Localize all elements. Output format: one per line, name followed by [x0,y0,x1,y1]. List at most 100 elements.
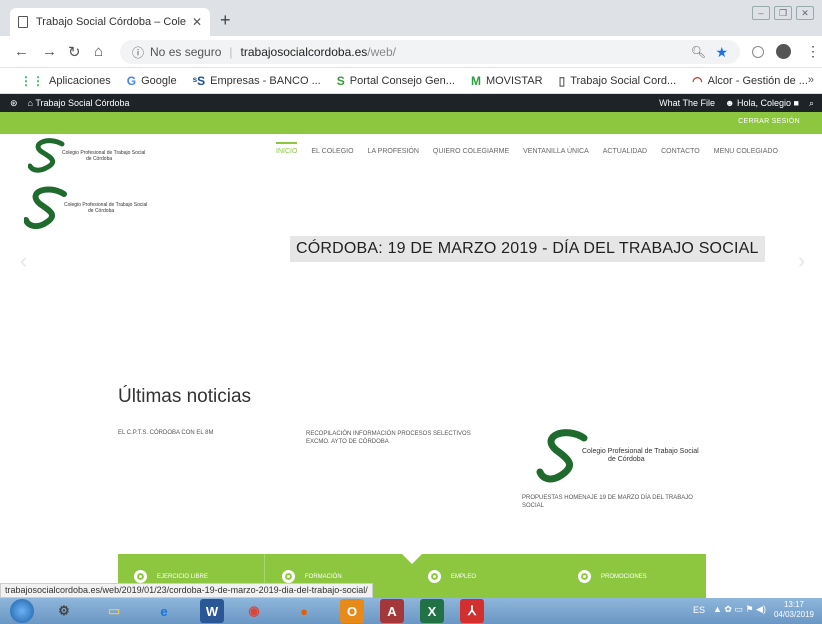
browser-tabstrip: Trabajo Social Córdoba – Colegio ✕ + – ❐… [0,0,822,36]
band-notch [402,554,422,564]
hero-title[interactable]: CÓRDOBA: 19 DE MARZO 2019 - DÍA DEL TRAB… [290,236,765,262]
pdf-icon[interactable]: ⅄ [460,599,484,623]
circle-icon [578,570,591,583]
browser-toolbar: ← → ↻ ⌂ ⓘ No es seguro | trabajosocialco… [0,36,822,68]
service-ejercicio-libre[interactable]: EJERCICIO LIBRE [134,570,208,583]
outlook-icon[interactable]: O [340,599,364,623]
circle-icon [134,570,147,583]
url-path: /web/ [367,45,396,59]
windows-taskbar: ⚙ ▭ e W ◉ ● O A X ⅄ ES ▲ ✿ ▭ ⚑ ◀) 13:17 … [0,598,822,624]
taskbar-app-1-icon[interactable]: ⚙ [44,599,84,623]
excel-icon[interactable]: X [420,599,444,623]
admin-bar: ⊛ ⌂ Trabajo Social Córdoba What The File… [0,94,822,112]
chrome-icon[interactable]: ◉ [234,599,274,623]
service-empleo[interactable]: EMPLEO [428,570,476,583]
nav-la-profesion[interactable]: LA PROFESIÓN [368,148,419,155]
slider-next-icon[interactable]: › [798,248,805,274]
top-green-bar: CERRAR SESIÓN [0,112,822,134]
nav-contacto[interactable]: CONTACTO [661,148,700,155]
logo-text-2: de Córdoba [88,208,115,214]
service-formacion[interactable]: FORMACIÓN [282,570,342,583]
bookmark-movistar[interactable]: M MOVISTAR [471,74,543,88]
profile-avatar[interactable] [776,44,791,59]
minimize-button[interactable]: – [752,6,770,20]
user-icon: ☻ [724,98,735,108]
address-bar[interactable]: ⓘ No es seguro | trabajosocialcordoba.es… [120,40,740,64]
account-link[interactable]: ☻ Hola, Colegio ■ [725,98,799,108]
extension-icon[interactable] [752,46,764,58]
bookmark-star-icon[interactable]: ★ [715,44,728,61]
nav-ventanilla-unica[interactable]: VENTANILLA ÚNICA [523,148,589,155]
url-host: trabajosocialcordoba.es [240,45,368,59]
news-item-1[interactable]: EL C.P.T.S. CÓRDOBA CON EL 8M [118,430,213,436]
logo-text-1: Colegio Profesional de Trabajo Social [582,447,699,455]
what-the-file-link[interactable]: What The File [659,98,715,108]
window-controls: – ❐ ✕ [752,6,814,20]
browser-tab[interactable]: Trabajo Social Córdoba – Colegio ✕ [10,8,210,36]
news-item-2[interactable]: RECOPILACIÓN INFORMACIÓN PROCESOS SELECT… [306,430,496,446]
content-logo: Colegio Profesional de Trabajo Social de… [24,186,147,230]
nav-quiero-colegiarme[interactable]: QUIERO COLEGIARME [433,148,509,155]
news-heading: Últimas noticias [118,386,252,407]
document-icon [18,16,28,28]
bookmark-google[interactable]: G Google [127,74,177,88]
new-tab-button[interactable]: + [220,10,231,31]
ie-icon[interactable]: e [144,599,184,623]
search-icon[interactable]: ⌕ [809,98,814,109]
main-navigation: INICIO EL COLEGIO LA PROFESIÓN QUIERO CO… [276,142,778,155]
slider-prev-icon[interactable]: ‹ [20,248,27,274]
logout-link[interactable]: CERRAR SESIÓN [738,118,800,125]
close-window-button[interactable]: ✕ [796,6,814,20]
firefox-icon[interactable]: ● [284,599,324,623]
nav-menu-colegiado[interactable]: MENU COLEGIADO [714,148,778,155]
movistar-icon: M [470,73,481,88]
word-icon[interactable]: W [200,599,224,623]
bookmarks-more-icon[interactable]: » [808,74,814,86]
portal-icon: S [336,73,345,88]
back-icon[interactable]: ← [14,43,29,60]
news-item-3-image[interactable]: Colegio Profesional de Trabajo Social de… [536,428,699,484]
zoom-icon[interactable]: 🔍︎ [691,45,706,59]
home-icon[interactable]: ⌂ [94,43,103,60]
nav-actualidad[interactable]: ACTUALIDAD [603,148,647,155]
tab-title: Trabajo Social Córdoba – Colegio [36,16,186,28]
logo-text-2: de Córdoba [608,456,645,463]
folder-icon[interactable]: ▭ [94,599,134,623]
service-promociones[interactable]: PROMOCIONES [578,570,647,583]
wordpress-icon[interactable]: ⊛ [10,98,18,109]
bookmark-portal[interactable]: S Portal Consejo Gen... [337,74,455,88]
forward-icon[interactable]: → [42,43,57,60]
circle-icon [428,570,441,583]
apps-icon: ⋮⋮ [20,73,44,88]
tray-icons[interactable]: ▲ ✿ ▭ ⚑ ◀) [713,604,766,615]
google-icon: G [126,73,137,88]
access-icon[interactable]: A [380,599,404,623]
header-logo[interactable]: Colegio Profesional de Trabajo Social de… [28,138,145,174]
alcor-icon: ◠ [692,73,703,88]
clock-time: 13:17 [783,600,804,609]
bookmark-alcor[interactable]: ◠ Alcor - Gestión de ... [692,74,808,88]
bookmark-trabajo-social[interactable]: ▯ Trabajo Social Cord... [559,74,677,88]
doc-icon: ▯ [558,73,566,88]
clock-date: 04/03/2019 [773,609,814,619]
restore-button[interactable]: ❐ [774,6,792,20]
reload-icon[interactable]: ↻ [68,43,81,61]
logo-text-2: de Córdoba [86,156,113,162]
nav-inicio[interactable]: INICIO [276,142,298,155]
status-url-tooltip: trabajosocialcordoba.es/web/2019/01/23/c… [0,583,373,598]
browser-menu-icon[interactable]: ⋮ [806,43,820,60]
bookmark-empresas[interactable]: ˢS Empresas - BANCO ... [193,74,321,88]
bookmark-apps[interactable]: ⋮⋮ Aplicaciones [20,74,111,88]
nav-el-colegio[interactable]: EL COLEGIO [311,148,353,155]
start-button[interactable] [10,599,34,623]
circle-icon [282,570,295,583]
close-tab-icon[interactable]: ✕ [192,15,202,29]
news-item-3[interactable]: PROPUESTAS HOMENAJE 19 DE MARZO DÍA DEL … [522,494,702,510]
language-indicator[interactable]: ES [693,605,705,615]
bs-icon: ˢS [192,73,206,88]
site-name-link[interactable]: ⌂ Trabajo Social Córdoba [28,98,130,108]
clock[interactable]: 13:17 04/03/2019 [774,600,814,619]
bookmarks-bar: ⋮⋮ Aplicaciones G Google ˢS Empresas - BANC… [0,68,822,94]
info-icon[interactable]: ⓘ [132,44,144,61]
avatar: ■ [793,98,799,108]
